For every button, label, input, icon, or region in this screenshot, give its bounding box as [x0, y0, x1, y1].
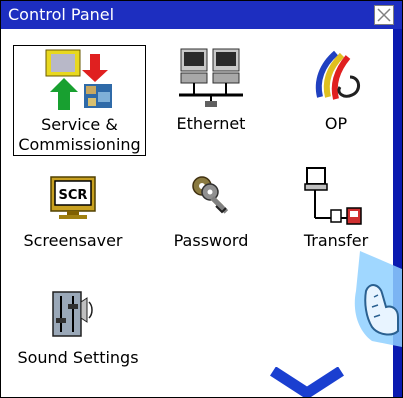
close-icon	[377, 8, 391, 22]
item-password[interactable]: Password	[161, 172, 261, 262]
screensaver-icon: SCR	[50, 176, 96, 219]
item-ethernet[interactable]: Ethernet	[161, 45, 261, 135]
label-ethernet: Ethernet	[176, 114, 246, 133]
item-sound-settings[interactable]: Sound Settings	[13, 284, 143, 374]
label-sound-settings: Sound Settings	[17, 348, 139, 367]
touch-hand-icon	[354, 251, 402, 347]
chevron-down-icon[interactable]	[269, 367, 345, 397]
title-bar: Control Panel	[1, 1, 402, 29]
label-op: OP	[324, 114, 348, 133]
control-panel-window: Control Panel Service & Commissioning Et…	[0, 0, 403, 398]
label-password: Password	[173, 231, 249, 250]
window-title: Control Panel	[8, 5, 115, 24]
label-service-line2: Commissioning	[18, 135, 141, 154]
service-commissioning-icon	[45, 49, 112, 110]
item-screensaver[interactable]: SCR Screensaver	[13, 172, 133, 262]
screensaver-icon-text: SCR	[59, 188, 88, 203]
sound-settings-icon	[52, 291, 93, 337]
close-button[interactable]	[374, 5, 394, 25]
op-icon	[315, 50, 360, 100]
label-service-line1: Service &	[41, 115, 118, 134]
item-transfer[interactable]: Transfer	[286, 164, 386, 262]
transfer-icon	[304, 167, 362, 225]
label-transfer: Transfer	[303, 231, 369, 250]
label-screensaver: Screensaver	[23, 231, 123, 250]
ethernet-icon	[179, 48, 243, 107]
item-op[interactable]: OP	[286, 45, 386, 135]
password-keys-icon	[192, 176, 229, 214]
item-service-commissioning[interactable]: Service & Commissioning	[13, 45, 146, 156]
